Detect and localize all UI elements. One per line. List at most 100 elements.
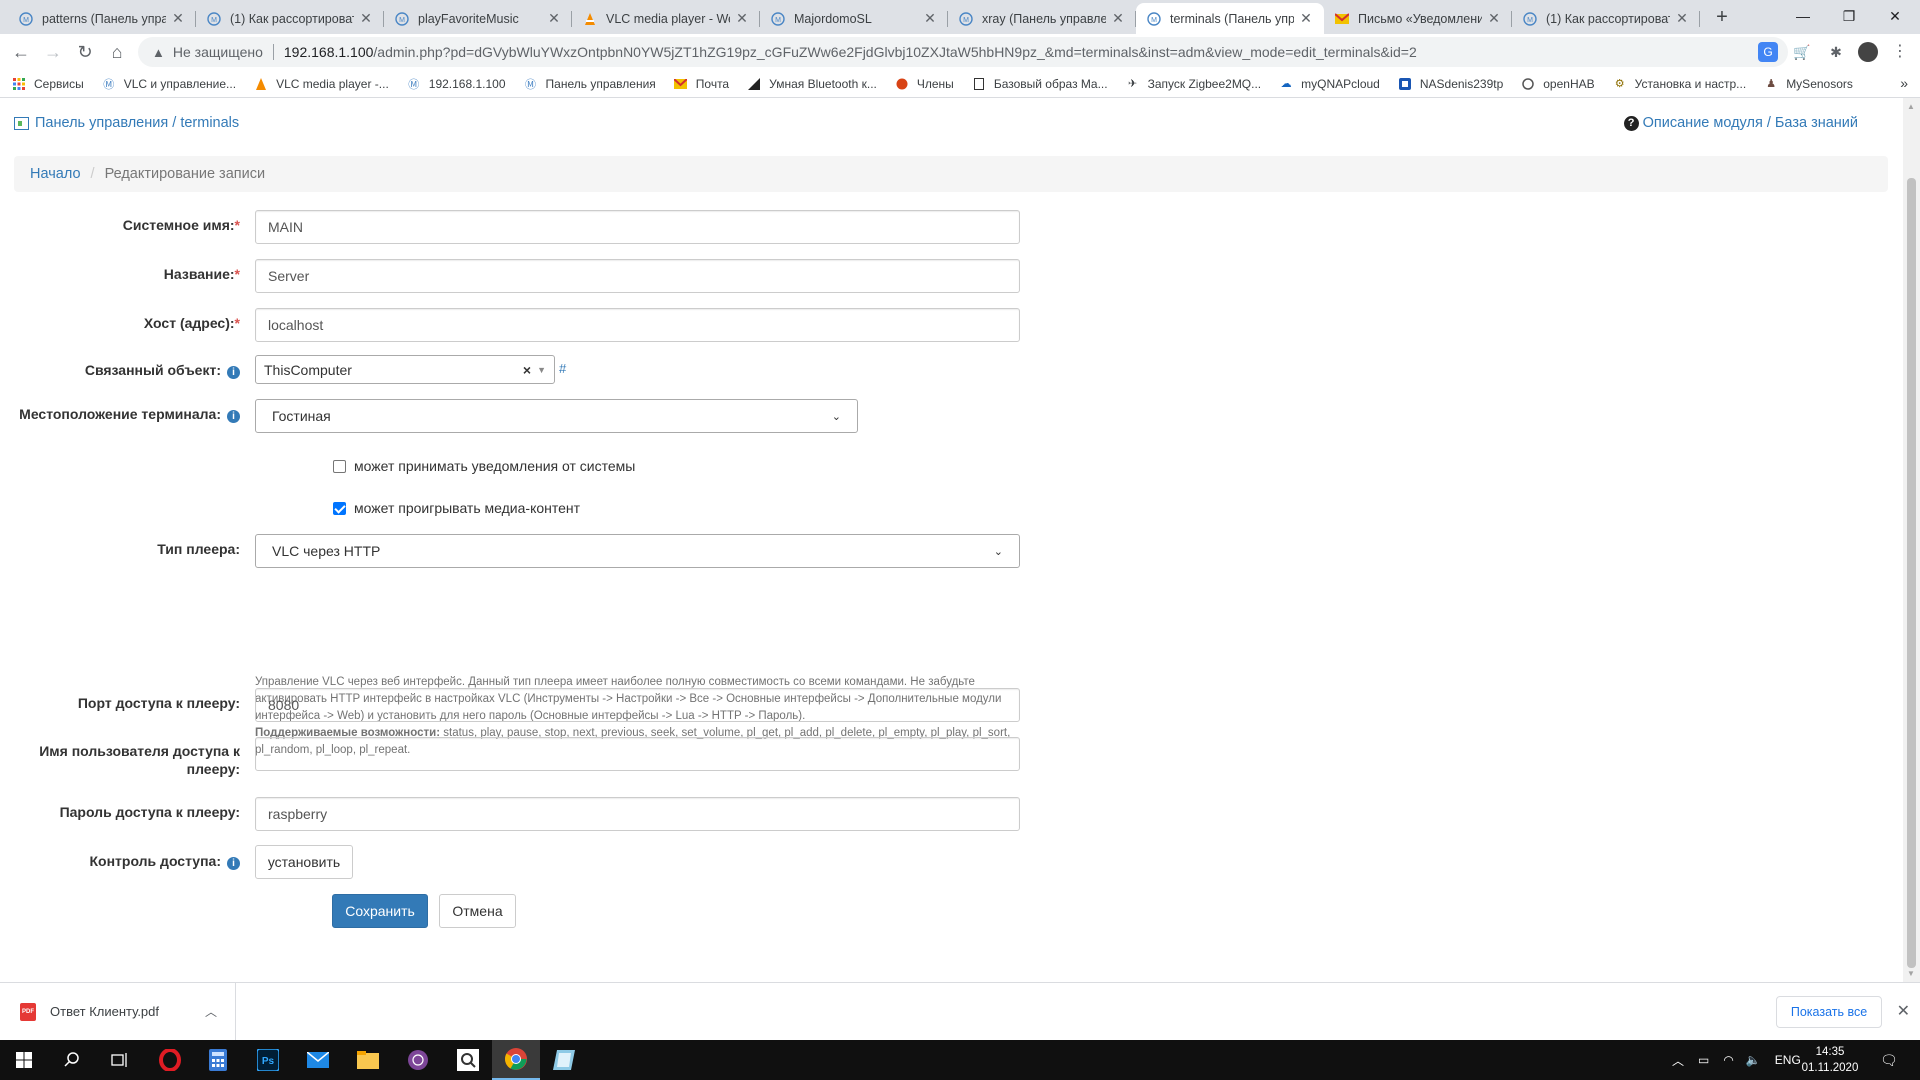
- bookmark-zigbee[interactable]: ✈ Запуск Zigbee2MQ...: [1126, 77, 1261, 91]
- close-icon[interactable]: ✕: [922, 10, 938, 27]
- puzzle-extensions-icon[interactable]: ✱: [1826, 42, 1846, 62]
- bookmark-nas[interactable]: NASdenis239tp: [1398, 77, 1503, 91]
- can-play-checkbox[interactable]: [333, 501, 346, 515]
- avatar[interactable]: [1858, 42, 1878, 62]
- menu-kebab-icon[interactable]: ⋮: [1890, 42, 1910, 62]
- translate-extension-icon[interactable]: G: [1758, 42, 1778, 62]
- module-description-link[interactable]: Описание модуля: [1643, 115, 1763, 131]
- file-explorer-icon[interactable]: [344, 1040, 392, 1080]
- terminals-link[interactable]: terminals: [180, 115, 239, 131]
- set-access-button[interactable]: установить: [255, 845, 353, 879]
- tab-patterns[interactable]: M patterns (Панель управ ✕: [8, 3, 196, 34]
- bookmark-mail[interactable]: Почта: [674, 77, 729, 91]
- info-icon[interactable]: i: [227, 410, 240, 423]
- task-view-icon[interactable]: [96, 1040, 144, 1080]
- close-icon[interactable]: ✕: [170, 10, 186, 27]
- player-port-input[interactable]: 8080: [255, 688, 1020, 722]
- player-user-input[interactable]: [255, 737, 1020, 771]
- scroll-thumb[interactable]: [1907, 178, 1916, 968]
- title-input[interactable]: Server: [255, 259, 1020, 293]
- close-icon[interactable]: ✕: [734, 10, 750, 27]
- tab-mail[interactable]: Письмо «Уведомлени ✕: [1324, 3, 1512, 34]
- player-type-select[interactable]: VLC через HTTP ⌄: [255, 534, 1020, 568]
- close-icon[interactable]: ✕: [358, 10, 374, 27]
- bookmark-myqnapcloud[interactable]: ☁ myQNAPcloud: [1279, 77, 1380, 91]
- calculator-icon[interactable]: [194, 1040, 242, 1080]
- info-icon[interactable]: i: [227, 366, 240, 379]
- close-icon[interactable]: ✕: [1674, 10, 1690, 27]
- scroll-down-arrow-icon[interactable]: ▼: [1907, 969, 1915, 978]
- breadcrumb-home-link[interactable]: Начало: [30, 166, 81, 182]
- bookmark-bluetooth[interactable]: Умная Bluetooth к...: [747, 77, 877, 91]
- maximize-button[interactable]: ❐: [1826, 4, 1872, 28]
- bookmark-install[interactable]: ⚙ Установка и настр...: [1613, 77, 1747, 91]
- chevron-up-icon[interactable]: ︿: [1672, 1052, 1684, 1069]
- home-icon[interactable]: ⌂: [104, 39, 130, 65]
- photoshop-icon[interactable]: Ps: [244, 1040, 292, 1080]
- tab-majordomosl[interactable]: M MajordomoSL ✕: [760, 3, 948, 34]
- bookmark-vlc-control[interactable]: Ⓜ VLC и управление...: [102, 77, 236, 91]
- notepad-app-icon[interactable]: [540, 1040, 588, 1080]
- mail-app-icon[interactable]: [294, 1040, 342, 1080]
- close-icon[interactable]: ✕: [1486, 10, 1502, 27]
- object-hash-link[interactable]: #: [559, 361, 566, 376]
- close-icon[interactable]: ✕: [546, 10, 562, 27]
- notification-icon[interactable]: 🗨: [1880, 1040, 1898, 1080]
- info-icon[interactable]: i: [227, 857, 240, 870]
- wifi-icon[interactable]: ◠: [1723, 1053, 1733, 1067]
- page-scrollbar[interactable]: ▲ ▼: [1903, 98, 1920, 982]
- close-icon[interactable]: ✕: [1298, 10, 1314, 27]
- bookmark-control-panel[interactable]: Ⓜ Панель управления: [524, 77, 656, 91]
- windows-start-icon[interactable]: [0, 1040, 48, 1080]
- system-name-input[interactable]: MAIN: [255, 210, 1020, 244]
- tab-sort-1[interactable]: M (1) Как рассортироват ✕: [196, 3, 384, 34]
- back-arrow-icon[interactable]: ←: [8, 39, 34, 65]
- bookmark-ip[interactable]: Ⓜ 192.168.1.100: [407, 77, 505, 91]
- player-password-input[interactable]: raspberry: [255, 797, 1020, 831]
- minimize-button[interactable]: —: [1780, 4, 1826, 28]
- knowledge-base-link[interactable]: База знаний: [1775, 115, 1858, 131]
- can-notify-checkbox[interactable]: [333, 459, 346, 473]
- location-select[interactable]: Гостиная ⌄: [255, 399, 858, 433]
- forward-arrow-icon[interactable]: →: [40, 39, 66, 65]
- close-icon[interactable]: ✕: [1897, 1001, 1910, 1021]
- bookmark-services[interactable]: Сервисы: [12, 77, 84, 91]
- chevron-right-icon[interactable]: »: [1900, 75, 1908, 91]
- chrome-browser-icon[interactable]: [492, 1040, 540, 1080]
- control-panel-link[interactable]: Панель управления: [35, 115, 168, 131]
- cancel-button[interactable]: Отмена: [439, 894, 516, 928]
- chevron-up-icon[interactable]: ︿: [205, 1003, 217, 1020]
- bookmark-base-image[interactable]: Базовый образ Ma...: [972, 77, 1108, 91]
- tab-terminals[interactable]: M terminals (Панель упр ✕: [1136, 3, 1324, 34]
- can-play-checkbox-row[interactable]: может проигрывать медиа-контент: [333, 500, 580, 516]
- bookmark-mysensors[interactable]: ♟ MySenosors: [1764, 77, 1853, 91]
- caret-down-icon[interactable]: ▼: [537, 365, 546, 375]
- can-notify-checkbox-row[interactable]: может принимать уведомления от системы: [333, 458, 635, 474]
- opera-browser-icon[interactable]: [146, 1040, 194, 1080]
- close-window-button[interactable]: ✕: [1872, 4, 1918, 28]
- tab-sort-2[interactable]: M (1) Как рассортироват ✕: [1512, 3, 1700, 34]
- clear-selection-icon[interactable]: ×: [523, 362, 531, 378]
- tor-browser-icon[interactable]: [394, 1040, 442, 1080]
- reload-icon[interactable]: ↻: [72, 39, 98, 65]
- close-icon[interactable]: ✕: [1110, 10, 1126, 27]
- search-app-icon[interactable]: [444, 1040, 492, 1080]
- clock[interactable]: 14:35 01.11.2020: [1800, 1044, 1860, 1076]
- battery-icon[interactable]: ▭: [1698, 1053, 1709, 1067]
- show-all-downloads-button[interactable]: Показать все: [1776, 996, 1882, 1028]
- tab-vlc[interactable]: VLC media player - Wel ✕: [572, 3, 760, 34]
- cart-extension-icon[interactable]: 🛒: [1792, 42, 1812, 62]
- search-icon[interactable]: [48, 1040, 96, 1080]
- tab-playfavoritemusic[interactable]: M playFavoriteMusic ✕: [384, 3, 572, 34]
- bookmark-openhab[interactable]: openHAB: [1521, 77, 1595, 91]
- save-button[interactable]: Сохранить: [332, 894, 428, 928]
- host-input[interactable]: localhost: [255, 308, 1020, 342]
- bookmark-members[interactable]: Члены: [895, 77, 954, 91]
- new-tab-button[interactable]: +: [1710, 6, 1734, 30]
- language-indicator[interactable]: ENG: [1775, 1053, 1801, 1067]
- bookmark-vlc-player[interactable]: VLC media player -...: [254, 77, 389, 91]
- scroll-up-arrow-icon[interactable]: ▲: [1907, 102, 1915, 111]
- linked-object-select[interactable]: ThisComputer × ▼: [255, 355, 555, 384]
- tab-xray[interactable]: M xray (Панель управлен ✕: [948, 3, 1136, 34]
- address-bar[interactable]: ▲ Не защищено 192.168.1.100/admin.php?pd…: [138, 37, 1788, 67]
